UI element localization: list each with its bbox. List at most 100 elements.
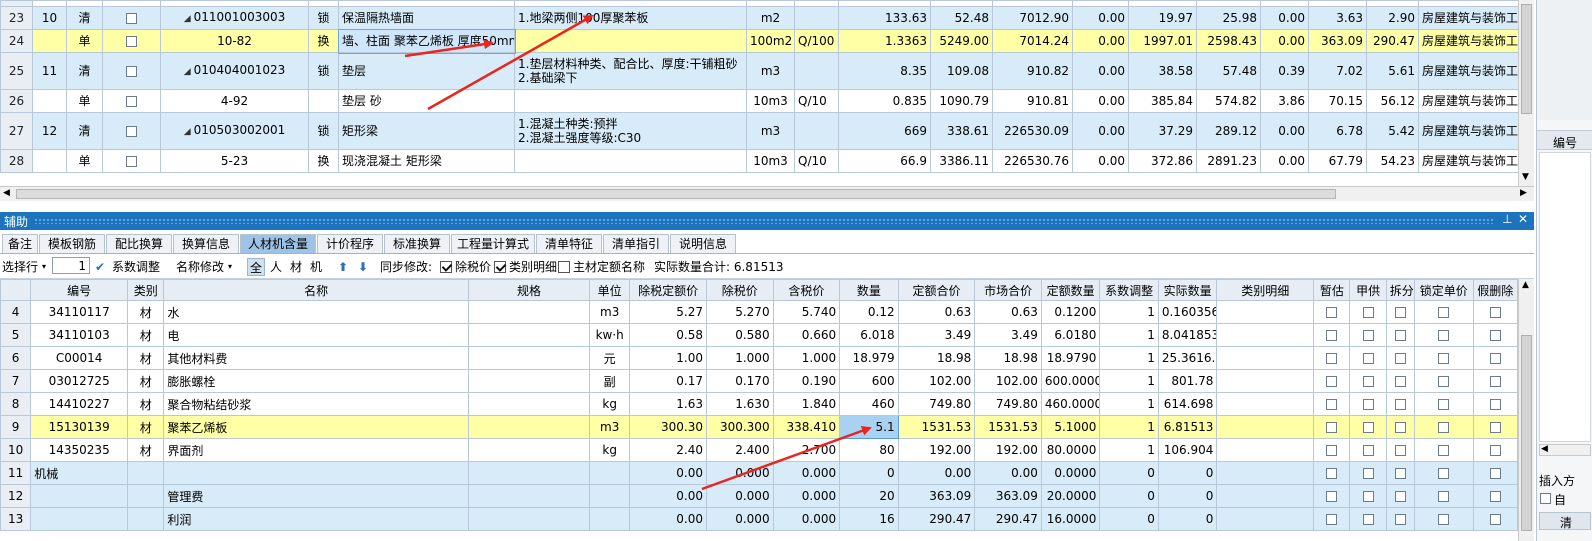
cell-qty[interactable]: 8.35: [838, 52, 931, 90]
cell-seq[interactable]: 10: [32, 6, 67, 30]
cell-qty[interactable]: 6.018: [839, 323, 899, 347]
column-header[interactable]: 暂估: [1313, 279, 1351, 301]
cell-t1[interactable]: 363.09: [897, 484, 976, 508]
flag-checkbox-cell[interactable]: [1472, 415, 1519, 439]
tab-9[interactable]: 清单指引: [603, 234, 669, 253]
column-header[interactable]: 单位: [589, 279, 631, 301]
cell-code[interactable]: 03012725: [30, 369, 129, 393]
flag-checkbox[interactable]: [1326, 491, 1338, 502]
cell-c2[interactable]: 19.97: [1128, 6, 1197, 30]
h-scroll-thumb[interactable]: [16, 189, 1336, 199]
close-icon[interactable]: ✕: [1518, 212, 1528, 226]
cell-feature[interactable]: [514, 29, 747, 53]
cell-code[interactable]: 4-92: [160, 89, 309, 113]
cell-dq[interactable]: 600.0000: [1040, 369, 1101, 393]
cell-p2[interactable]: 0.000: [706, 484, 774, 508]
tab-5[interactable]: 计价程序: [317, 234, 383, 253]
cell-code[interactable]: C00014: [30, 346, 129, 370]
flag-checkbox-cell[interactable]: [1472, 323, 1519, 347]
column-header[interactable]: 锁定单价: [1414, 279, 1474, 301]
column-header[interactable]: 定额数量: [1040, 279, 1101, 301]
flag-checkbox-cell[interactable]: [1349, 392, 1387, 416]
flag-checkbox-cell[interactable]: [1349, 300, 1387, 324]
cell-act[interactable]: 106.904: [1157, 438, 1218, 462]
name-modify-button[interactable]: 名称修改: [176, 258, 224, 276]
cell-c1[interactable]: 0.00: [1072, 89, 1129, 113]
table-row[interactable]: 4 34110117 材水 m3 5.27 5.270 5.740 0.12 0.63 0.63 0…: [0, 300, 1519, 324]
row-checkbox[interactable]: [126, 126, 137, 137]
cell-cat[interactable]: [127, 484, 165, 508]
cell-p2[interactable]: 0.580: [706, 323, 774, 347]
cell-qty[interactable]: 66.9: [838, 149, 931, 173]
cell-unit[interactable]: m3: [589, 300, 631, 324]
cell-p3[interactable]: 338.410: [772, 415, 841, 439]
cell-unit[interactable]: m3: [746, 52, 795, 90]
flag-checkbox-cell[interactable]: [1414, 369, 1474, 393]
coef-adjust-button[interactable]: 系数调整: [112, 258, 160, 276]
cell-t1[interactable]: 749.80: [897, 392, 976, 416]
cell-c4[interactable]: 0.00: [1260, 29, 1309, 53]
cell-c3[interactable]: 25.98: [1196, 6, 1261, 30]
cell-c3[interactable]: 2891.23: [1196, 149, 1261, 173]
cell-c6[interactable]: 5.61: [1366, 52, 1419, 90]
flag-checkbox-cell[interactable]: [1472, 392, 1519, 416]
cell-c3[interactable]: 574.82: [1196, 89, 1261, 113]
row-checkbox[interactable]: [126, 156, 137, 167]
table-row[interactable]: 6 C00014 材其他材料费 元 1.00 1.000 1.000 18.979 18.98 1…: [0, 346, 1519, 370]
cell-t2[interactable]: 290.47: [974, 507, 1042, 531]
cell-name[interactable]: 电: [163, 323, 469, 347]
flag-checkbox-cell[interactable]: [1472, 461, 1519, 485]
cell-p3[interactable]: 5.740: [772, 300, 841, 324]
flag-checkbox[interactable]: [1362, 376, 1374, 387]
cell-t2[interactable]: 363.09: [974, 484, 1042, 508]
cell-c2[interactable]: 1997.01: [1128, 29, 1197, 53]
flag-checkbox[interactable]: [1438, 330, 1450, 341]
cell-code[interactable]: 14350235: [30, 438, 129, 462]
cell-price[interactable]: 338.61: [930, 112, 993, 150]
cell-c4[interactable]: 0.00: [1260, 149, 1309, 173]
cell-c3[interactable]: 289.12: [1196, 112, 1261, 150]
filter-labor-button[interactable]: 人: [270, 258, 282, 276]
flag-checkbox[interactable]: [1489, 353, 1501, 364]
flag-checkbox-cell[interactable]: [1349, 507, 1387, 531]
cell-qty[interactable]: 1.3363: [838, 29, 931, 53]
cell-seq[interactable]: [32, 149, 67, 173]
row-checkbox[interactable]: [126, 36, 137, 47]
upper-vertical-scrollbar[interactable]: ▼: [1518, 0, 1534, 186]
flag-checkbox[interactable]: [1362, 514, 1374, 525]
cell-unit[interactable]: 100m2: [746, 29, 795, 53]
cell-t2[interactable]: 1531.53: [974, 415, 1042, 439]
cell-code[interactable]: ◢ 010503002001: [160, 112, 309, 150]
cell-flag[interactable]: 锁: [308, 52, 339, 90]
column-header[interactable]: 定额合价: [897, 279, 976, 301]
cell-code[interactable]: ◢ 011001003003: [160, 6, 309, 30]
cell-category-detail[interactable]: [1216, 507, 1315, 531]
filter-material-button[interactable]: 材: [290, 258, 302, 276]
cell-category-detail[interactable]: [1216, 484, 1315, 508]
cell-spec[interactable]: [467, 323, 591, 347]
cell-c3[interactable]: 2598.43: [1196, 29, 1261, 53]
cell-spec[interactable]: [467, 369, 591, 393]
cell-c4[interactable]: 0.00: [1260, 112, 1309, 150]
filter-machine-button[interactable]: 机: [310, 258, 322, 276]
cell-flag[interactable]: [308, 89, 339, 113]
cell-dq[interactable]: 18.9790: [1040, 346, 1101, 370]
cell-feature[interactable]: 1.垫层材料种类、配合比、厚度:干铺粗砂 2.基础梁下: [514, 52, 747, 90]
cell-name[interactable]: 垫层: [338, 52, 515, 90]
cell-major[interactable]: 房屋建筑与装饰工: [1418, 149, 1519, 173]
cell-total[interactable]: 226530.76: [992, 149, 1073, 173]
expand-icon[interactable]: ◢: [184, 14, 191, 24]
cell-c1[interactable]: 0.00: [1072, 29, 1129, 53]
cell-unit[interactable]: [589, 461, 631, 485]
cell-feature[interactable]: 1.混凝土种类:预拌 2.混凝土强度等级:C30: [514, 112, 747, 150]
cell-name[interactable]: 聚合物粘结砂浆: [163, 392, 469, 416]
cell-category-detail[interactable]: [1216, 300, 1315, 324]
cell-cat[interactable]: [127, 507, 165, 531]
tab-7[interactable]: 工程量计算式: [451, 234, 535, 253]
row-checkbox-cell[interactable]: [102, 52, 161, 90]
flag-checkbox-cell[interactable]: [1385, 323, 1416, 347]
flag-checkbox[interactable]: [1362, 422, 1374, 433]
cell-t1[interactable]: 0.00: [897, 461, 976, 485]
cell-c5[interactable]: 363.09: [1308, 29, 1367, 53]
cell-mult[interactable]: [794, 52, 839, 90]
